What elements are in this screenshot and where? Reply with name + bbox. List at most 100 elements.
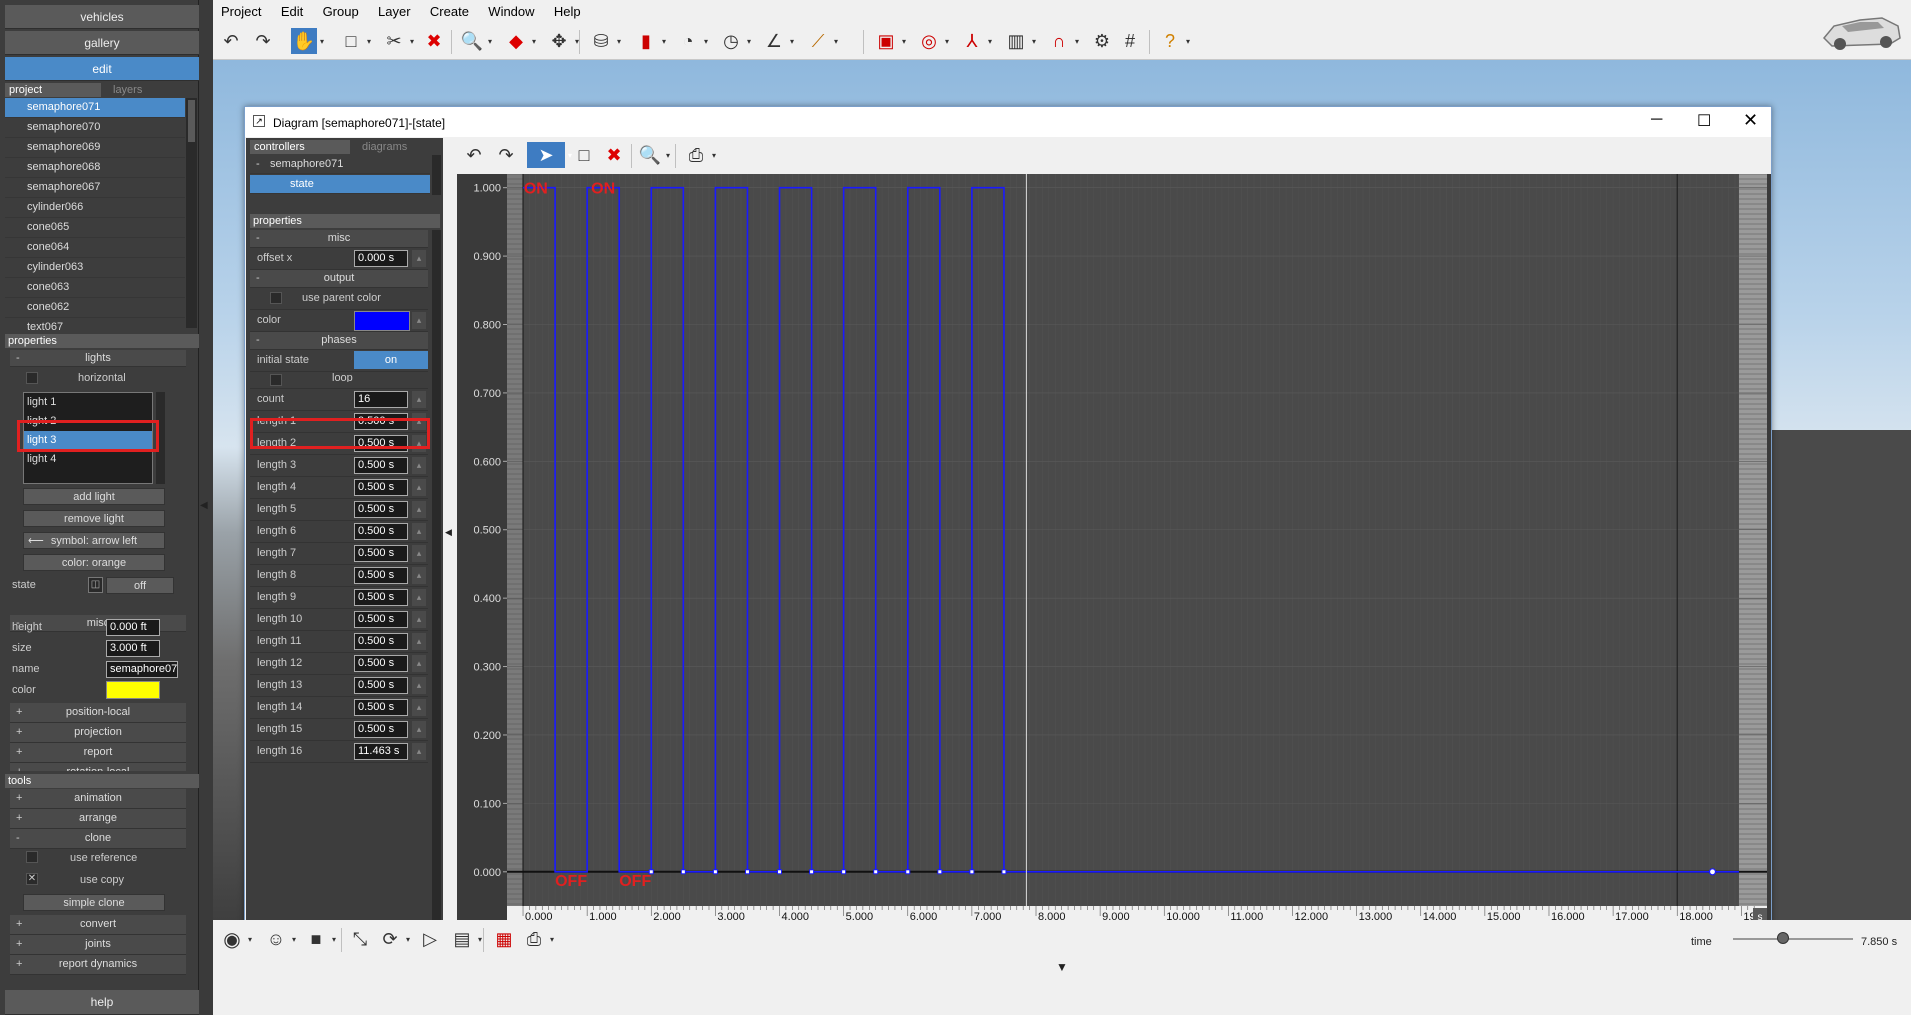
state-value-button[interactable]: off [106, 577, 174, 594]
orbit-icon[interactable]: ⟳ ▾ [377, 926, 410, 952]
tool-group-2[interactable]: - clone [10, 829, 186, 849]
timer-icon[interactable]: ◷ ▾ [718, 28, 751, 54]
project-list-item[interactable]: cylinder066 [5, 198, 185, 218]
minimize-icon[interactable]: ─ [1651, 111, 1662, 129]
state-toggle-icon[interactable]: ◫ [88, 577, 103, 593]
time-slider-track[interactable] [1733, 938, 1853, 940]
project-list-item[interactable]: cone065 [5, 218, 185, 238]
group-2[interactable]: + report [10, 743, 186, 763]
count-field[interactable]: 16 [354, 391, 408, 408]
project-list-item[interactable]: semaphore070 [5, 118, 185, 138]
remove-light-button[interactable]: remove light [23, 510, 165, 527]
vehicles-button[interactable]: vehicles [5, 5, 199, 29]
properties-scrollbar[interactable] [432, 230, 441, 920]
cube-icon[interactable]: ◆ ▾ [503, 28, 536, 54]
project-list-item[interactable]: cone062 [5, 298, 185, 318]
length-field[interactable]: 0.500 s [354, 567, 408, 584]
undo-icon[interactable]: ↶ [218, 28, 244, 54]
sphere-icon[interactable]: ◉ ▾ [219, 926, 252, 952]
length-spinner[interactable]: ▴ [412, 457, 426, 474]
tool-group-0[interactable]: + animation [10, 789, 186, 809]
use-parent-color-checkbox[interactable] [270, 292, 282, 304]
phases-group[interactable]: - phases [250, 332, 428, 350]
name-field[interactable]: semaphore07 [106, 661, 178, 678]
curve-icon[interactable]: ⤡ [347, 926, 373, 952]
menu-edit[interactable]: Edit [273, 0, 311, 23]
project-list-scrollbar[interactable] [186, 98, 197, 328]
project-list-item[interactable]: semaphore067 [5, 178, 185, 198]
tree-item-semaphore[interactable]: - semaphore071 [250, 155, 430, 174]
length-spinner[interactable]: ▴ [412, 589, 426, 606]
length-field[interactable]: 0.500 s [354, 699, 408, 716]
horizontal-checkbox[interactable] [26, 372, 38, 384]
help-icon[interactable]: ? ▾ [1157, 28, 1190, 54]
size-field[interactable]: 3.000 ft [106, 640, 160, 657]
menu-project[interactable]: Project [213, 0, 269, 23]
help-button[interactable]: help [5, 990, 199, 1015]
phase-knot[interactable] [680, 869, 686, 875]
use-reference-checkbox[interactable] [26, 851, 38, 863]
length-field[interactable]: 0.500 s [354, 611, 408, 628]
record-icon[interactable]: ▤ ▾ [449, 926, 482, 952]
print-icon[interactable]: ⎙ ▾ [521, 926, 554, 952]
target-icon[interactable]: ◎ ▾ [916, 28, 949, 54]
count-spinner[interactable]: ▴ [412, 391, 426, 408]
phase-knot[interactable] [777, 869, 783, 875]
tree-item-state[interactable]: state [250, 175, 430, 194]
offset-field[interactable]: 0.000 s [354, 250, 408, 267]
redo-icon[interactable]: ↷ [493, 142, 519, 168]
add-light-button[interactable]: add light [23, 488, 165, 505]
length-spinner[interactable]: ▴ [412, 567, 426, 584]
length-field[interactable]: 11.463 s [354, 743, 408, 760]
color-spinner[interactable]: ▴ [412, 312, 426, 329]
print-icon[interactable]: ⎙ ▾ [683, 142, 716, 168]
camera-target-icon[interactable]: ▣ ▾ [873, 28, 906, 54]
tab-controllers[interactable]: controllers [250, 140, 350, 154]
length-field[interactable]: 0.500 s [354, 655, 408, 672]
grid-icon[interactable]: # [1117, 28, 1143, 54]
light-list-item[interactable]: light 1 [24, 393, 152, 412]
state-diagram-svg[interactable]: 0.000 0.100 0.200 0.300 0.400 0.500 0.600 0.700… [457, 173, 1771, 926]
light-list-item[interactable]: light 4 [24, 450, 152, 469]
pan-hand-icon[interactable]: ✋ ▾ [291, 28, 324, 54]
initial-state-button[interactable]: on [354, 351, 428, 369]
traffic-light-icon[interactable]: ▮ ▾ [633, 28, 666, 54]
color-swatch[interactable] [106, 681, 160, 699]
project-list-item[interactable]: semaphore069 [5, 138, 185, 158]
simple-clone-button[interactable]: simple clone [23, 894, 165, 911]
tab-project[interactable]: project [5, 83, 101, 97]
tool-group2-1[interactable]: + joints [10, 935, 186, 955]
magnet-icon[interactable]: ∩ ▾ [1046, 28, 1079, 54]
use-copy-checkbox[interactable]: ✕ [26, 873, 38, 885]
length-field[interactable]: 0.500 s [354, 501, 408, 518]
axes-icon[interactable]: ⅄ ▾ [959, 28, 993, 54]
length-field[interactable]: 0.500 s [354, 677, 408, 694]
menu-group[interactable]: Group [315, 0, 367, 23]
offset-spinner[interactable]: ▴ [412, 250, 426, 267]
color-orange-button[interactable]: color: orange [23, 554, 165, 571]
length-spinner[interactable]: ▴ [412, 611, 426, 628]
bucket-icon[interactable]: ⛁ ▾ [588, 28, 621, 54]
zoom-icon[interactable]: 🔍 ▾ [637, 142, 670, 168]
tree-scrollbar[interactable] [432, 155, 441, 195]
length-field[interactable]: 0.500 s [354, 721, 408, 738]
diagram-icon[interactable]: ▦ [491, 926, 517, 952]
phase-knot[interactable] [841, 869, 847, 875]
redo-icon[interactable]: ↷ [250, 28, 276, 54]
collapse-left-icon[interactable]: ◀ [200, 500, 212, 520]
color-swatch[interactable] [354, 311, 410, 331]
length-spinner[interactable]: ▴ [412, 655, 426, 672]
length-spinner[interactable]: ▴ [412, 721, 426, 738]
tool-group2-2[interactable]: + report dynamics [10, 955, 186, 975]
length-field[interactable]: 0.500 s [354, 523, 408, 540]
cut-tool-icon[interactable]: ✂ ▾ [381, 28, 414, 54]
select-box-icon[interactable]: □ [571, 142, 597, 168]
phase-knot[interactable] [1001, 869, 1007, 875]
phase-knot[interactable] [937, 869, 943, 875]
menu-layer[interactable]: Layer [370, 0, 419, 23]
phase-knot[interactable] [712, 869, 718, 875]
project-list-item[interactable]: cone064 [5, 238, 185, 258]
play-icon[interactable]: ▷ [417, 926, 443, 952]
phase-knot[interactable] [873, 869, 879, 875]
tab-diagrams[interactable]: diagrams [358, 140, 411, 154]
